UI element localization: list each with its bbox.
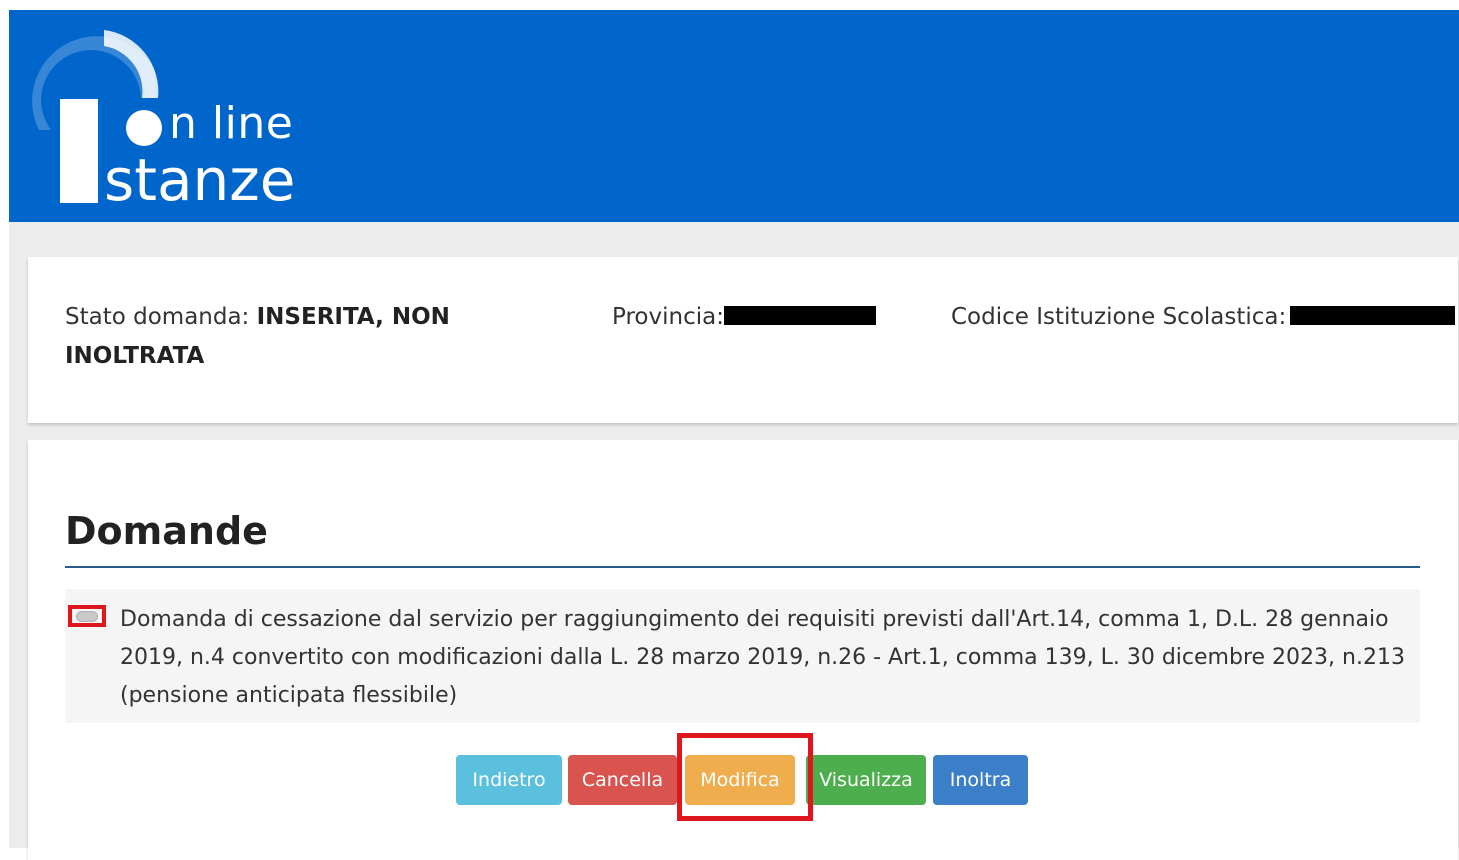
codice-istituzione: Codice Istituzione Scolastica: [951,298,1459,337]
visualizza-button[interactable]: Visualizza [806,755,926,805]
provincia-label: Provincia: [612,304,724,330]
istanze-online-logo[interactable]: n line stanze [9,10,329,222]
codice-label: Codice Istituzione Scolastica: [951,304,1287,330]
domanda-radio-button[interactable] [76,610,98,622]
inoltra-button[interactable]: Inoltra [933,755,1028,805]
modifica-button[interactable]: Modifica [685,755,795,805]
domanda-description: Domanda di cessazione dal servizio per r… [120,607,1405,708]
domanda-radio-highlight[interactable] [68,605,106,627]
logo-online-text: n line [169,98,294,149]
codice-redacted [1290,306,1456,325]
stato-label: Stato domanda: [65,304,257,330]
site-header: n line stanze [9,10,1459,222]
indietro-button[interactable]: Indietro [456,755,562,805]
provincia: Provincia: [612,298,932,337]
stato-domanda: Stato domanda: INSERITA, NON INOLTRATA [65,298,485,376]
cancella-button[interactable]: Cancella [568,755,677,805]
provincia-redacted [723,306,876,325]
logo-istanze-text: stanze [104,146,296,214]
domande-title: Domande [65,509,268,553]
title-divider [65,566,1420,568]
